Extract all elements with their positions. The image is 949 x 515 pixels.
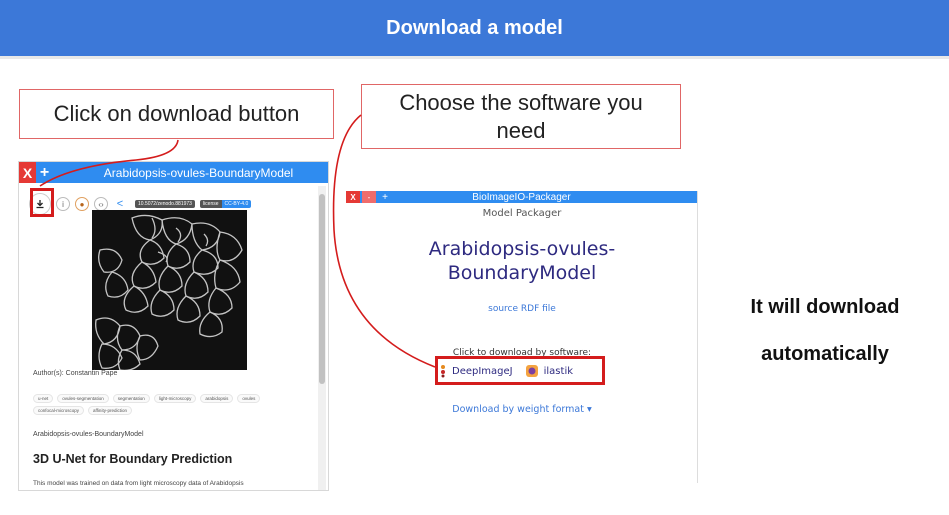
scrollbar[interactable] <box>318 186 326 490</box>
banner-title: Download a model <box>386 16 563 39</box>
callout-choose-software: Choose the software you need <box>361 84 681 149</box>
callout-text: Choose the software you need <box>399 90 643 143</box>
download-by-weight-format[interactable]: Download by weight format ▾ <box>346 404 697 415</box>
final-text-line2: automatically <box>761 343 889 365</box>
minimize-button[interactable]: - <box>362 191 376 203</box>
model-name-text: Arabidopsis-ovules-BoundaryModel <box>33 431 144 438</box>
close-button[interactable]: X <box>346 191 360 203</box>
packager-panel: BioImageIO-Packager X - + Model Packager… <box>346 191 698 483</box>
download-highlight-box <box>30 188 54 217</box>
author-text: Author(s): Constantin Pape <box>33 370 118 377</box>
banner: Download a model <box>0 0 949 59</box>
tag[interactable]: arabidopsis <box>200 394 234 403</box>
model-name-line2: BoundaryModel <box>447 262 597 284</box>
callout-text: Click on download button <box>53 101 300 127</box>
source-rdf-link[interactable]: source RDF file <box>346 304 697 314</box>
model-description: This model was trained on data from ligh… <box>33 480 244 487</box>
packager-titlebar: BioImageIO-Packager X - + <box>346 191 697 203</box>
license-badge[interactable]: license CC-BY-4.0 <box>199 200 252 208</box>
info-icon[interactable]: i <box>56 197 70 211</box>
model-card-panel: X + Arabidopsis-ovules-BoundaryModel i ●… <box>18 161 329 491</box>
packager-subtitle: Model Packager <box>482 208 562 219</box>
add-button[interactable]: + <box>36 162 53 183</box>
model-name-line1: Arabidopsis-ovules- <box>428 238 616 260</box>
packager-title: BioImageIO-Packager <box>472 191 571 203</box>
model-card-titlebar: X + Arabidopsis-ovules-BoundaryModel <box>19 162 328 183</box>
license-label: license <box>199 200 222 208</box>
model-heading: 3D U-Net for Boundary Prediction <box>33 452 233 466</box>
software-highlight-box <box>435 356 605 385</box>
tag[interactable]: ovules <box>237 394 261 403</box>
cover-image <box>92 210 247 370</box>
packager-model-name: Arabidopsis-ovules- BoundaryModel <box>346 237 697 285</box>
tag[interactable]: ovules-segmentation <box>57 394 109 403</box>
doi-badge[interactable]: 10.5072/zenodo.881973 <box>135 200 195 208</box>
final-text-line1: It will download <box>750 296 900 318</box>
scrollbar-thumb[interactable] <box>319 194 325 384</box>
tag[interactable]: confocal-microscopy <box>33 406 85 415</box>
code-icon[interactable]: ‹› <box>94 197 108 211</box>
model-card-title: Arabidopsis-ovules-BoundaryModel <box>103 165 294 180</box>
add-button[interactable]: + <box>378 191 392 203</box>
tag[interactable]: affinity-prediction <box>88 406 132 415</box>
tag[interactable]: segmentation <box>112 394 150 403</box>
share-icon[interactable]: < <box>113 197 127 211</box>
callout-click-download: Click on download button <box>19 89 334 139</box>
deepimagej-icon[interactable]: ● <box>75 197 89 211</box>
tag-list: u-net ovules-segmentation segmentation l… <box>33 394 303 415</box>
license-value: CC-BY-4.0 <box>221 200 252 208</box>
close-button[interactable]: X <box>19 162 36 183</box>
tag[interactable]: light-microscopy <box>153 394 197 403</box>
tag[interactable]: u-net <box>33 394 54 403</box>
